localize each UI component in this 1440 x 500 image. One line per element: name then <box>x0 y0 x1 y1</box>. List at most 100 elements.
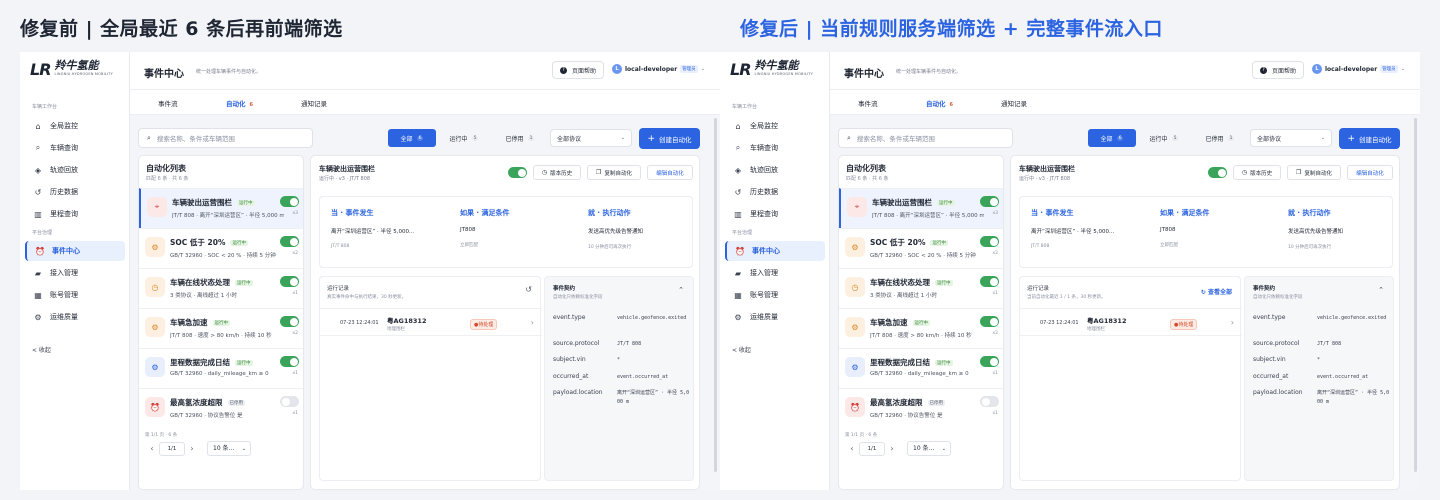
tab-notifications[interactable]: 通知记录 <box>1001 98 1027 108</box>
edit-automation-button[interactable]: 编辑自动化 <box>647 165 693 180</box>
run-log-title: 运行记录 <box>327 286 350 292</box>
run-log-row[interactable]: 07-23 12:24:01 粤AG18312 地理围栏 ●待处理 › <box>1020 308 1242 336</box>
sidebar-item-event-center[interactable]: ⏰ 事件中心 <box>725 241 825 261</box>
tab-count: 6 <box>949 102 953 108</box>
sidebar-item-mileage[interactable]: ▥ 里程查询 <box>725 204 825 224</box>
user-menu[interactable]: L local-developer 管理员 ⌄ <box>612 64 705 74</box>
rule-enable-toggle[interactable] <box>280 316 299 327</box>
page-size-select[interactable]: 10 条... ⌄ <box>907 441 951 456</box>
search-input[interactable]: ⌕ 搜索名称、条件或车辆范围 <box>838 128 1013 148</box>
filter-disabled[interactable]: 已停用 1 <box>492 129 548 147</box>
filter-all[interactable]: 全部 6 <box>1088 129 1136 147</box>
sidebar-item-accounts[interactable]: ▦ 账号管理 <box>25 285 125 305</box>
next-page-icon[interactable]: › <box>885 444 899 453</box>
tab-notifications[interactable]: 通知记录 <box>301 98 327 108</box>
sidebar-item-monitor[interactable]: ⌂ 全局监控 <box>725 116 825 136</box>
chevron-up-icon[interactable]: ⌃ <box>1378 286 1384 294</box>
rule-row[interactable]: ⌖ 车辆驶出运营围栏 运行中 JT/T 808 · 离开“深圳运营区” · 半径 5,… <box>839 188 1003 228</box>
sidebar-item-history[interactable]: ↺ 历史数据 <box>25 182 125 202</box>
rule-row[interactable]: ⚙ SOC 低于 20% 运行中 GB/T 32960 · SOC < 20 % · … <box>139 228 303 268</box>
sidebar-item-history[interactable]: ↺ 历史数据 <box>725 182 825 202</box>
prev-page-icon[interactable]: ‹ <box>845 444 859 453</box>
rule-enable-toggle[interactable] <box>980 356 999 367</box>
logo-mark: LR <box>730 60 751 79</box>
create-automation-button[interactable]: + 创建自动化 <box>639 128 700 149</box>
rule-row[interactable]: ◷ 车辆在线状态处理 运行中 3 类协议 · 离线超过 1 小时 x1 <box>839 268 1003 308</box>
sidebar-item-track[interactable]: ◈ 轨迹回放 <box>725 160 825 180</box>
rule-enable-toggle[interactable] <box>980 316 999 327</box>
sidebar-item-mileage[interactable]: ▥ 里程查询 <box>25 204 125 224</box>
copy-automation-button[interactable]: ❐ 复制自动化 <box>587 165 641 180</box>
user-menu[interactable]: L local-developer 管理员 ⌄ <box>1312 64 1405 74</box>
next-page-icon[interactable]: › <box>185 444 199 453</box>
sidebar-item-access[interactable]: ▰ 接入管理 <box>725 263 825 283</box>
detail-enable-toggle[interactable] <box>508 167 527 178</box>
status-badge: 已停用 <box>227 400 245 406</box>
rule-enable-toggle[interactable] <box>280 276 299 287</box>
search-input[interactable]: ⌕ 搜索名称、条件或车辆范围 <box>138 128 313 148</box>
prev-page-icon[interactable]: ‹ <box>145 444 159 453</box>
rule-row[interactable]: ⚙ 车辆急加速 运行中 JT/T 808 · 速度 > 80 km/h · 持续 10… <box>839 308 1003 348</box>
tab-bar: 事件流 自动化 6 通知记录 <box>830 90 1420 115</box>
rule-name: SOC 低于 20% 运行中 <box>170 238 248 247</box>
rule-enable-toggle[interactable] <box>280 196 299 207</box>
alarm-clock-icon: ⏰ <box>735 246 745 256</box>
sidebar-item-access[interactable]: ▰ 接入管理 <box>25 263 125 283</box>
page-number[interactable]: 1/1 <box>159 441 185 456</box>
sidebar-item-ops[interactable]: ⚙ 运维质量 <box>25 307 125 327</box>
edit-automation-button[interactable]: 编辑自动化 <box>1347 165 1393 180</box>
rule-enable-toggle[interactable] <box>980 276 999 287</box>
collapse-button[interactable]: < 收起 <box>732 345 751 354</box>
help-button[interactable]: ? 页面帮助 <box>552 61 604 79</box>
rule-enable-toggle[interactable] <box>980 396 999 407</box>
scrollbar[interactable] <box>1414 118 1417 472</box>
sidebar-item-ops[interactable]: ⚙ 运维质量 <box>725 307 825 327</box>
copy-automation-button[interactable]: ❐ 复制自动化 <box>1287 165 1341 180</box>
version-history-button[interactable]: ◷ 版本历史 <box>1233 165 1281 180</box>
sidebar-item-event-center[interactable]: ⏰ 事件中心 <box>25 241 125 261</box>
rule-enable-toggle[interactable] <box>280 356 299 367</box>
sidebar-item-monitor[interactable]: ⌂ 全局监控 <box>25 116 125 136</box>
rule-enable-toggle[interactable] <box>980 236 999 247</box>
rule-enable-toggle[interactable] <box>280 236 299 247</box>
location-icon: ⌖ <box>147 197 167 217</box>
tab-event-stream[interactable]: 事件流 <box>858 98 878 108</box>
sidebar-item-vehicle-query[interactable]: ⌕ 车辆查询 <box>725 138 825 158</box>
collapse-button[interactable]: < 收起 <box>32 345 51 354</box>
rule-row[interactable]: ⚙ 里程数据完成日结 运行中 GB/T 32960 · daily_mileage_k… <box>839 348 1003 388</box>
filter-running[interactable]: 运行中 5 <box>1136 129 1192 147</box>
filter-all[interactable]: 全部 6 <box>388 129 436 147</box>
rule-enable-toggle[interactable] <box>980 196 999 207</box>
filter-running[interactable]: 运行中 5 <box>436 129 492 147</box>
rule-row[interactable]: ⚙ 里程数据完成日结 运行中 GB/T 32960 · daily_mileage_k… <box>139 348 303 388</box>
filter-disabled[interactable]: 已停用 1 <box>1192 129 1248 147</box>
run-log-row[interactable]: 07-23 12:24:01 粤AG18312 地理围栏 ●待处理 › <box>320 308 542 336</box>
protocol-select[interactable]: 全部协议 ⌄ <box>1250 129 1332 147</box>
rule-row[interactable]: ⏰ 最高氢浓度超限 已停用 GB/T 32960 · 协议告警位 是 x1 <box>139 388 303 428</box>
rule-row[interactable]: ⌖ 车辆驶出运营围栏 运行中 JT/T 808 · 离开“深圳运营区” · 半径 5,… <box>139 188 303 228</box>
sidebar-item-track[interactable]: ◈ 轨迹回放 <box>25 160 125 180</box>
rule-row[interactable]: ⏰ 最高氢浓度超限 已停用 GB/T 32960 · 协议告警位 是 x1 <box>839 388 1003 428</box>
protocol-select[interactable]: 全部协议 ⌄ <box>550 129 632 147</box>
create-automation-button[interactable]: + 创建自动化 <box>1339 128 1400 149</box>
page-number[interactable]: 1/1 <box>859 441 885 456</box>
tab-event-stream[interactable]: 事件流 <box>158 98 178 108</box>
help-button[interactable]: ? 页面帮助 <box>1252 61 1304 79</box>
sidebar-item-vehicle-query[interactable]: ⌕ 车辆查询 <box>25 138 125 158</box>
history-icon[interactable]: ↺ <box>525 285 532 294</box>
rule-enable-toggle[interactable] <box>280 396 299 407</box>
scrollbar[interactable] <box>714 118 717 472</box>
tab-automation[interactable]: 自动化 6 <box>226 98 253 108</box>
chevron-right-icon: › <box>530 318 534 327</box>
rule-row[interactable]: ⚙ SOC 低于 20% 运行中 GB/T 32960 · SOC < 20 % · … <box>839 228 1003 268</box>
sidebar-item-accounts[interactable]: ▦ 账号管理 <box>725 285 825 305</box>
view-all-link[interactable]: ↻ 查看全部 <box>1201 287 1232 296</box>
version-history-button[interactable]: ◷ 版本历史 <box>533 165 581 180</box>
rule-row[interactable]: ⚙ 车辆急加速 运行中 JT/T 808 · 速度 > 80 km/h · 持续 10… <box>139 308 303 348</box>
detail-enable-toggle[interactable] <box>1208 167 1227 178</box>
gear-icon: ⚙ <box>145 237 165 257</box>
chevron-up-icon[interactable]: ⌃ <box>678 286 684 294</box>
rule-row[interactable]: ◷ 车辆在线状态处理 运行中 3 类协议 · 离线超过 1 小时 x1 <box>139 268 303 308</box>
page-size-select[interactable]: 10 条... ⌄ <box>207 441 251 456</box>
tab-automation[interactable]: 自动化 6 <box>926 98 953 108</box>
